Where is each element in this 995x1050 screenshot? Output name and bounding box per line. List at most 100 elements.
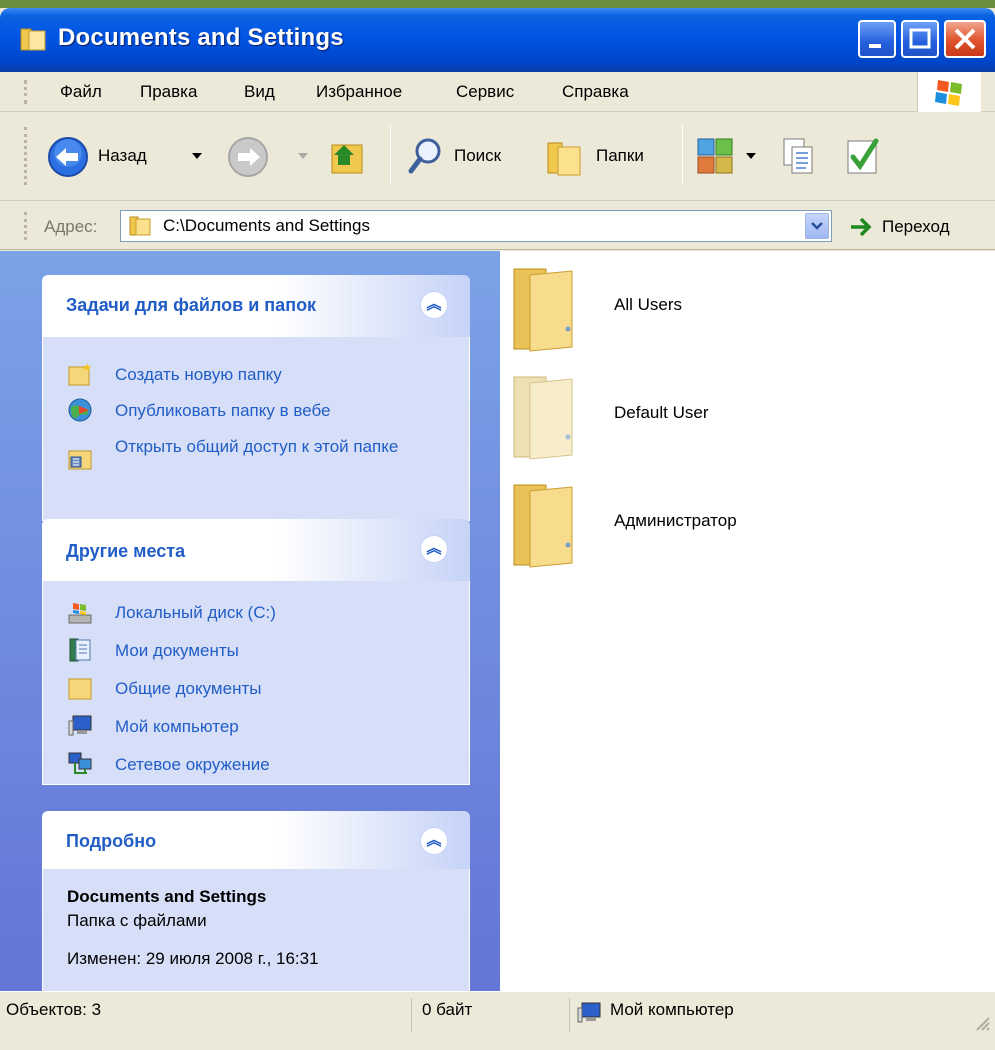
search-button[interactable]: Поиск	[404, 133, 530, 181]
windows-flag-icon	[935, 80, 962, 106]
toolbar-separator	[682, 125, 683, 185]
close-icon	[954, 28, 976, 50]
back-button[interactable]: Назад	[40, 133, 216, 181]
new-folder-icon	[68, 363, 91, 386]
folders-button[interactable]: Папки	[542, 133, 670, 181]
menu-bar: Файл Правка Вид Избранное Сервис Справка	[0, 72, 995, 112]
other-places-body: Локальный диск (C:) Мои документы Общие …	[42, 581, 470, 785]
forward-button[interactable]	[224, 133, 314, 181]
checkmark-icon[interactable]	[842, 135, 882, 179]
place-local-disk[interactable]: Локальный диск (C:)	[67, 599, 457, 627]
place-my-computer[interactable]: Мой компьютер	[67, 713, 457, 741]
double-chevron-up-icon: ︽	[426, 540, 442, 557]
menu-tools[interactable]: Сервис	[456, 82, 514, 102]
folders-label: Папки	[596, 146, 644, 165]
status-size: 0 байт	[422, 1000, 473, 1019]
folder-icon	[513, 376, 573, 460]
window-title: Documents and Settings	[58, 24, 344, 51]
views-dropdown-icon[interactable]	[744, 149, 758, 163]
main-area: Задачи для файлов и папок ︽ Создать нову…	[0, 251, 995, 1019]
status-location: Мой компьютер	[610, 1000, 734, 1019]
resize-grip-icon[interactable]	[971, 1012, 991, 1032]
collapse-button[interactable]: ︽	[420, 827, 448, 855]
status-size-cell: 0 байт	[412, 998, 570, 1032]
views-button[interactable]	[694, 135, 766, 179]
address-dropdown-button[interactable]	[805, 213, 829, 239]
details-panel: Подробно ︽ Documents and Settings Папка …	[42, 811, 470, 1019]
my-computer-icon	[68, 715, 92, 736]
other-places-header[interactable]: Другие места ︽	[42, 519, 470, 581]
my-documents-icon	[69, 638, 91, 662]
back-arrow-icon	[48, 137, 88, 177]
task-label: Локальный диск (C:)	[115, 603, 276, 622]
collapse-button[interactable]: ︽	[420, 535, 448, 563]
task-pane: Задачи для файлов и папок ︽ Создать нову…	[0, 251, 500, 1019]
search-label: Поиск	[454, 146, 502, 165]
forward-arrow-icon	[228, 137, 268, 177]
task-label: Мой компьютер	[115, 717, 239, 736]
go-button[interactable]: Переход	[842, 212, 992, 242]
other-places-panel: Другие места ︽ Локальный диск (C:) Мои д…	[42, 519, 470, 785]
views-icon	[697, 138, 733, 174]
maximize-button[interactable]	[901, 20, 939, 58]
addressbar-grip[interactable]	[24, 212, 27, 240]
folder-icon	[513, 268, 573, 352]
toolbar-separator	[390, 125, 391, 185]
minimize-button[interactable]	[858, 20, 896, 58]
minimize-icon	[869, 44, 881, 48]
file-item[interactable]: Администратор	[510, 481, 970, 577]
file-name: Администратор	[614, 511, 737, 530]
menu-favorites[interactable]: Избранное	[316, 82, 402, 102]
title-bar[interactable]: Documents and Settings	[0, 8, 995, 72]
collapse-button[interactable]: ︽	[420, 291, 448, 319]
place-shared-documents[interactable]: Общие документы	[67, 675, 457, 703]
status-bar: Объектов: 3 0 байт Мой компьютер	[0, 991, 995, 1037]
file-tasks-panel: Задачи для файлов и папок ︽ Создать нову…	[42, 275, 470, 521]
status-location-cell: Мой компьютер	[570, 998, 995, 1032]
panel-title: Подробно	[66, 831, 157, 851]
task-new-folder[interactable]: Создать новую папку	[67, 361, 457, 389]
windows-logo	[917, 72, 981, 112]
go-label: Переход	[882, 217, 950, 236]
address-label: Адрес:	[44, 217, 98, 236]
back-label: Назад	[98, 146, 147, 165]
status-objects-cell: Объектов: 3	[0, 998, 412, 1032]
menu-view[interactable]: Вид	[244, 82, 275, 102]
explorer-window: Documents and Settings Файл Правка Вид И…	[0, 8, 995, 1050]
chevron-down-icon	[811, 222, 823, 230]
local-disk-icon	[68, 603, 92, 624]
menubar-grip[interactable]	[24, 80, 27, 104]
address-bar: Адрес: C:\Documents and Settings Переход	[0, 202, 995, 250]
toolbar-grip[interactable]	[24, 127, 27, 185]
menu-help[interactable]: Справка	[562, 82, 629, 102]
file-name: Default User	[614, 403, 709, 422]
task-publish-folder[interactable]: Опубликовать папку в вебе	[67, 397, 457, 425]
place-network[interactable]: Сетевое окружение	[67, 751, 457, 779]
double-chevron-up-icon: ︽	[426, 296, 442, 313]
up-folder-icon[interactable]	[324, 135, 368, 179]
address-input[interactable]: C:\Documents and Settings	[120, 210, 832, 242]
forward-dropdown-icon[interactable]	[296, 149, 310, 163]
details-header[interactable]: Подробно ︽	[42, 811, 470, 869]
go-arrow-icon	[851, 217, 872, 237]
toolbar: Назад Поиск Папки	[0, 113, 995, 201]
detail-type: Папка с файлами	[67, 911, 207, 930]
folder-icon	[129, 216, 151, 236]
file-item[interactable]: All Users	[510, 265, 970, 361]
share-folder-icon	[68, 450, 92, 470]
file-tasks-body: Создать новую папку Опубликовать папку в…	[42, 337, 470, 521]
close-button[interactable]	[944, 20, 986, 58]
search-icon	[408, 138, 441, 174]
network-icon	[68, 752, 92, 774]
shared-folder-icon	[68, 678, 92, 700]
file-item[interactable]: Default User	[510, 373, 970, 469]
back-dropdown-icon[interactable]	[190, 149, 204, 163]
task-share-folder[interactable]: Открыть общий доступ к этой папке	[67, 433, 457, 485]
menu-file[interactable]: Файл	[60, 82, 102, 102]
address-value: C:\Documents and Settings	[163, 216, 370, 235]
menu-edit[interactable]: Правка	[140, 82, 197, 102]
file-tasks-header[interactable]: Задачи для файлов и папок ︽	[42, 275, 470, 337]
publish-web-icon	[68, 398, 92, 422]
place-my-documents[interactable]: Мои документы	[67, 637, 457, 665]
copy-icon[interactable]	[778, 135, 818, 179]
